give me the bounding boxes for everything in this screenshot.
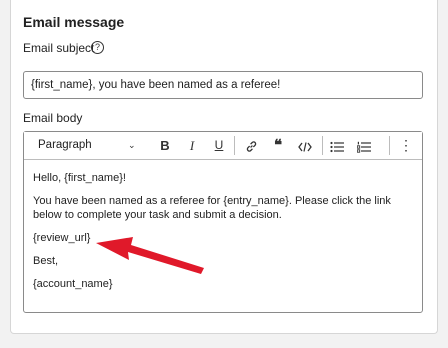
block-format-select[interactable]: Paragraph ⌄ xyxy=(24,132,144,159)
chevron-down-icon: ⌄ xyxy=(128,140,136,150)
email-subject-label: Email subject xyxy=(23,41,95,55)
numbered-list-button[interactable] xyxy=(353,132,375,159)
toolbar-divider xyxy=(389,136,390,155)
body-paragraph: {review_url} xyxy=(33,232,91,244)
link-icon xyxy=(246,141,256,152)
help-icon[interactable]: ? xyxy=(91,41,104,54)
code-icon xyxy=(298,141,312,152)
body-paragraph: Hello, {first_name}! xyxy=(33,172,126,184)
editor-toolbar: Paragraph ⌄ B I U ❝ ⋮ xyxy=(24,132,422,160)
section-title: Email message xyxy=(23,14,125,30)
quote-button[interactable]: ❝ xyxy=(267,132,289,159)
underline-button[interactable]: U xyxy=(208,132,230,159)
email-subject-input[interactable]: {first_name}, you have been named as a r… xyxy=(23,71,423,99)
bullet-list-icon xyxy=(330,141,344,152)
toolbar-divider xyxy=(234,136,235,155)
link-button[interactable] xyxy=(240,132,262,159)
italic-button[interactable]: I xyxy=(181,132,203,159)
numbered-list-icon xyxy=(356,141,371,153)
email-body-content[interactable]: Hello, {first_name}! You have been named… xyxy=(33,171,413,300)
block-format-label: Paragraph xyxy=(38,139,92,151)
body-paragraph: {account_name} xyxy=(33,278,113,290)
more-options-button[interactable]: ⋮ xyxy=(396,132,416,159)
body-paragraph: You have been named as a referee for {en… xyxy=(33,195,391,221)
bold-button[interactable]: B xyxy=(154,132,176,159)
email-body-label: Email body xyxy=(23,111,83,125)
email-body-editor[interactable]: Paragraph ⌄ B I U ❝ ⋮ Hello, {first_name… xyxy=(23,131,423,313)
code-button[interactable] xyxy=(294,132,316,159)
toolbar-divider xyxy=(322,136,323,155)
bullet-list-button[interactable] xyxy=(326,132,348,159)
body-paragraph: Best, xyxy=(33,255,59,267)
